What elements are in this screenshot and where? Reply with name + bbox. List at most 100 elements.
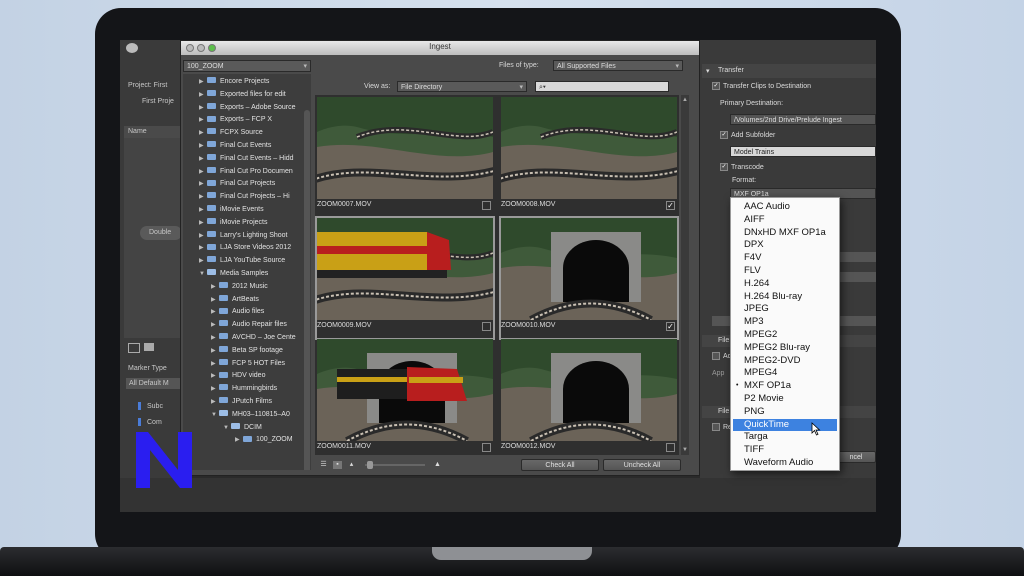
folder-tree-item[interactable]: ▶ LJA Store Videos 2012 bbox=[199, 242, 291, 254]
format-menu-item[interactable]: MPEG2-DVD bbox=[733, 355, 837, 367]
marker-filter-dropdown[interactable]: All Default M bbox=[126, 378, 180, 389]
folder-tree-item[interactable]: ▶ Final Cut Projects bbox=[199, 178, 275, 190]
clip-checkbox[interactable] bbox=[482, 322, 491, 331]
check-all-button[interactable]: Check All bbox=[521, 459, 599, 471]
add-subfolder-checkbox[interactable]: ✓ Add Subfolder bbox=[720, 131, 775, 139]
folder-tree-item[interactable]: ▶ 100_ZOOM bbox=[235, 434, 293, 446]
thumbnail-view-icon[interactable]: ▪ bbox=[333, 461, 342, 469]
folder-tree-item[interactable]: ▶ Exported files for edit bbox=[199, 89, 286, 101]
folder-tree-item[interactable]: ▶ Final Cut Projects – Hi bbox=[199, 191, 290, 203]
format-menu-item[interactable]: • MXF OP1a bbox=[733, 380, 837, 392]
disclosure-closed-icon[interactable]: ▶ bbox=[199, 178, 207, 190]
clip-thumbnail[interactable]: ZOOM0010.MOV ✓ bbox=[499, 216, 679, 340]
folder-tree-item[interactable]: ▶ Beta SP footage bbox=[211, 345, 283, 357]
rename-checkbox-stub[interactable]: Re bbox=[712, 423, 732, 431]
disclosure-closed-icon[interactable]: ▶ bbox=[211, 358, 219, 370]
marker-item-1[interactable]: Subc bbox=[138, 402, 163, 410]
clip-thumbnail[interactable]: ZOOM0009.MOV bbox=[315, 216, 495, 340]
disclosure-closed-icon[interactable]: ▶ bbox=[211, 294, 219, 306]
format-menu-item[interactable]: TIFF bbox=[733, 444, 837, 456]
folder-tree-item[interactable]: ▶ AVCHD – Joe Cente bbox=[211, 332, 296, 344]
list-view-icon[interactable]: ☰ bbox=[319, 461, 328, 469]
disclosure-closed-icon[interactable]: ▶ bbox=[199, 114, 207, 126]
search-input[interactable]: ⌕▾ bbox=[535, 81, 669, 92]
format-menu-item[interactable]: MPEG4 bbox=[733, 367, 837, 379]
disclosure-closed-icon[interactable]: ▶ bbox=[199, 166, 207, 178]
cancel-button[interactable]: ncel bbox=[836, 451, 876, 463]
folder-tree-item[interactable]: ▶ iMovie Events bbox=[199, 204, 264, 216]
folder-path-dropdown[interactable]: 100_ZOOM ▾ bbox=[183, 60, 311, 72]
folder-tree-item[interactable]: ▼ MH03–110815–A0 bbox=[211, 409, 290, 421]
zoom-slider-thumb[interactable] bbox=[367, 461, 373, 469]
zoom-out-icon[interactable]: ▴ bbox=[347, 461, 356, 469]
folder-tree-item[interactable]: ▶ 2012 Music bbox=[211, 281, 268, 293]
project-file[interactable]: First Proje bbox=[142, 98, 174, 105]
files-of-type-dropdown[interactable]: All Supported Files ▾ bbox=[553, 60, 683, 71]
disclosure-closed-icon[interactable]: ▶ bbox=[211, 396, 219, 408]
format-menu-item[interactable]: MPEG2 bbox=[733, 329, 837, 341]
disclosure-closed-icon[interactable]: ▶ bbox=[199, 127, 207, 139]
folder-tree-item[interactable]: ▼ DCIM bbox=[223, 422, 262, 434]
format-menu-item[interactable]: QuickTime bbox=[733, 418, 837, 431]
zoom-slider[interactable] bbox=[365, 461, 425, 469]
format-menu-item[interactable]: H.264 Blu-ray bbox=[733, 291, 837, 303]
folder-tree-item[interactable]: ▶ Audio Repair files bbox=[211, 319, 287, 331]
add-checkbox-stub[interactable]: Ad bbox=[712, 352, 732, 360]
disclosure-closed-icon[interactable]: ▶ bbox=[211, 332, 219, 344]
format-menu-item[interactable]: PNG bbox=[733, 406, 837, 418]
uncheck-all-button[interactable]: Uncheck All bbox=[603, 459, 681, 471]
zoom-in-icon[interactable]: ▲ bbox=[433, 461, 442, 469]
format-menu-item[interactable]: P2 Movie bbox=[733, 393, 837, 405]
double-click-hint[interactable]: Double bbox=[140, 226, 182, 240]
disclosure-closed-icon[interactable]: ▶ bbox=[211, 370, 219, 382]
disclosure-closed-icon[interactable]: ▶ bbox=[211, 345, 219, 357]
folder-tree-item[interactable]: ▶ Exports – Adobe Source bbox=[199, 102, 296, 114]
grid-scrollbar[interactable]: ▲ ▼ bbox=[681, 95, 689, 455]
folder-tree-item[interactable]: ▶ Audio files bbox=[211, 306, 264, 318]
folder-tree-item[interactable]: ▶ Larry's Lighting Shoot bbox=[199, 230, 288, 242]
disclosure-closed-icon[interactable]: ▶ bbox=[199, 76, 207, 88]
disclosure-closed-icon[interactable]: ▶ bbox=[235, 434, 243, 446]
disclosure-closed-icon[interactable]: ▶ bbox=[211, 306, 219, 318]
folder-tree-item[interactable]: ▶ HDV video bbox=[211, 370, 265, 382]
format-menu-item[interactable]: MPEG2 Blu-ray bbox=[733, 342, 837, 354]
disclosure-open-icon[interactable]: ▼ bbox=[223, 422, 231, 434]
disclosure-closed-icon[interactable]: ▶ bbox=[199, 230, 207, 242]
icon-view-icon[interactable] bbox=[144, 343, 154, 351]
clip-checkbox[interactable] bbox=[482, 443, 491, 452]
format-menu-item[interactable]: MP3 bbox=[733, 316, 837, 328]
disclosure-open-icon[interactable]: ▼ bbox=[211, 409, 219, 421]
format-menu-item[interactable]: DNxHD MXF OP1a bbox=[733, 227, 837, 239]
format-menu-item[interactable]: DPX bbox=[733, 239, 837, 251]
folder-tree-item[interactable]: ▶ Final Cut Events – Hidd bbox=[199, 153, 294, 165]
view-as-dropdown[interactable]: File Directory ▾ bbox=[397, 81, 527, 92]
folder-tree-item[interactable]: ▶ Hummingbirds bbox=[211, 383, 277, 395]
format-menu-item[interactable]: Targa bbox=[733, 431, 837, 443]
folder-tree-item[interactable]: ▶ FCP 5 HOT Files bbox=[211, 358, 285, 370]
folder-tree-item[interactable]: ▶ JPutch Films bbox=[211, 396, 272, 408]
clip-thumbnail[interactable]: ZOOM0011.MOV bbox=[317, 339, 493, 459]
folder-tree-item[interactable]: ▶ Exports – FCP X bbox=[199, 114, 272, 126]
transfer-clips-checkbox[interactable]: ✓ Transfer Clips to Destination bbox=[712, 82, 811, 90]
transfer-section-header[interactable]: ▾ Transfer bbox=[702, 64, 876, 78]
disclosure-closed-icon[interactable]: ▶ bbox=[199, 191, 207, 203]
primary-destination-field[interactable]: /Volumes/2nd Drive/Prelude Ingest bbox=[730, 114, 876, 125]
name-column-header[interactable]: Name bbox=[124, 126, 182, 138]
disclosure-closed-icon[interactable]: ▶ bbox=[199, 102, 207, 114]
disclosure-closed-icon[interactable]: ▶ bbox=[199, 217, 207, 229]
clip-checkbox[interactable]: ✓ bbox=[666, 322, 675, 331]
disclosure-closed-icon[interactable]: ▶ bbox=[211, 319, 219, 331]
format-menu-item[interactable]: H.264 bbox=[733, 278, 837, 290]
clip-thumbnail[interactable]: ZOOM0007.MOV bbox=[317, 97, 493, 217]
folder-tree-item[interactable]: ▼ Media Samples bbox=[199, 268, 268, 280]
folder-tree-item[interactable]: ▶ iMovie Projects bbox=[199, 217, 267, 229]
disclosure-open-icon[interactable]: ▼ bbox=[199, 268, 207, 280]
folder-tree-scrollbar[interactable] bbox=[304, 110, 310, 470]
disclosure-closed-icon[interactable]: ▶ bbox=[211, 383, 219, 395]
format-menu-item[interactable]: AAC Audio bbox=[733, 201, 837, 213]
disclosure-closed-icon[interactable]: ▶ bbox=[199, 153, 207, 165]
clip-checkbox[interactable]: ✓ bbox=[666, 201, 675, 210]
disclosure-closed-icon[interactable]: ▶ bbox=[211, 281, 219, 293]
clip-checkbox[interactable] bbox=[482, 201, 491, 210]
folder-tree-item[interactable]: ▶ Final Cut Events bbox=[199, 140, 271, 152]
